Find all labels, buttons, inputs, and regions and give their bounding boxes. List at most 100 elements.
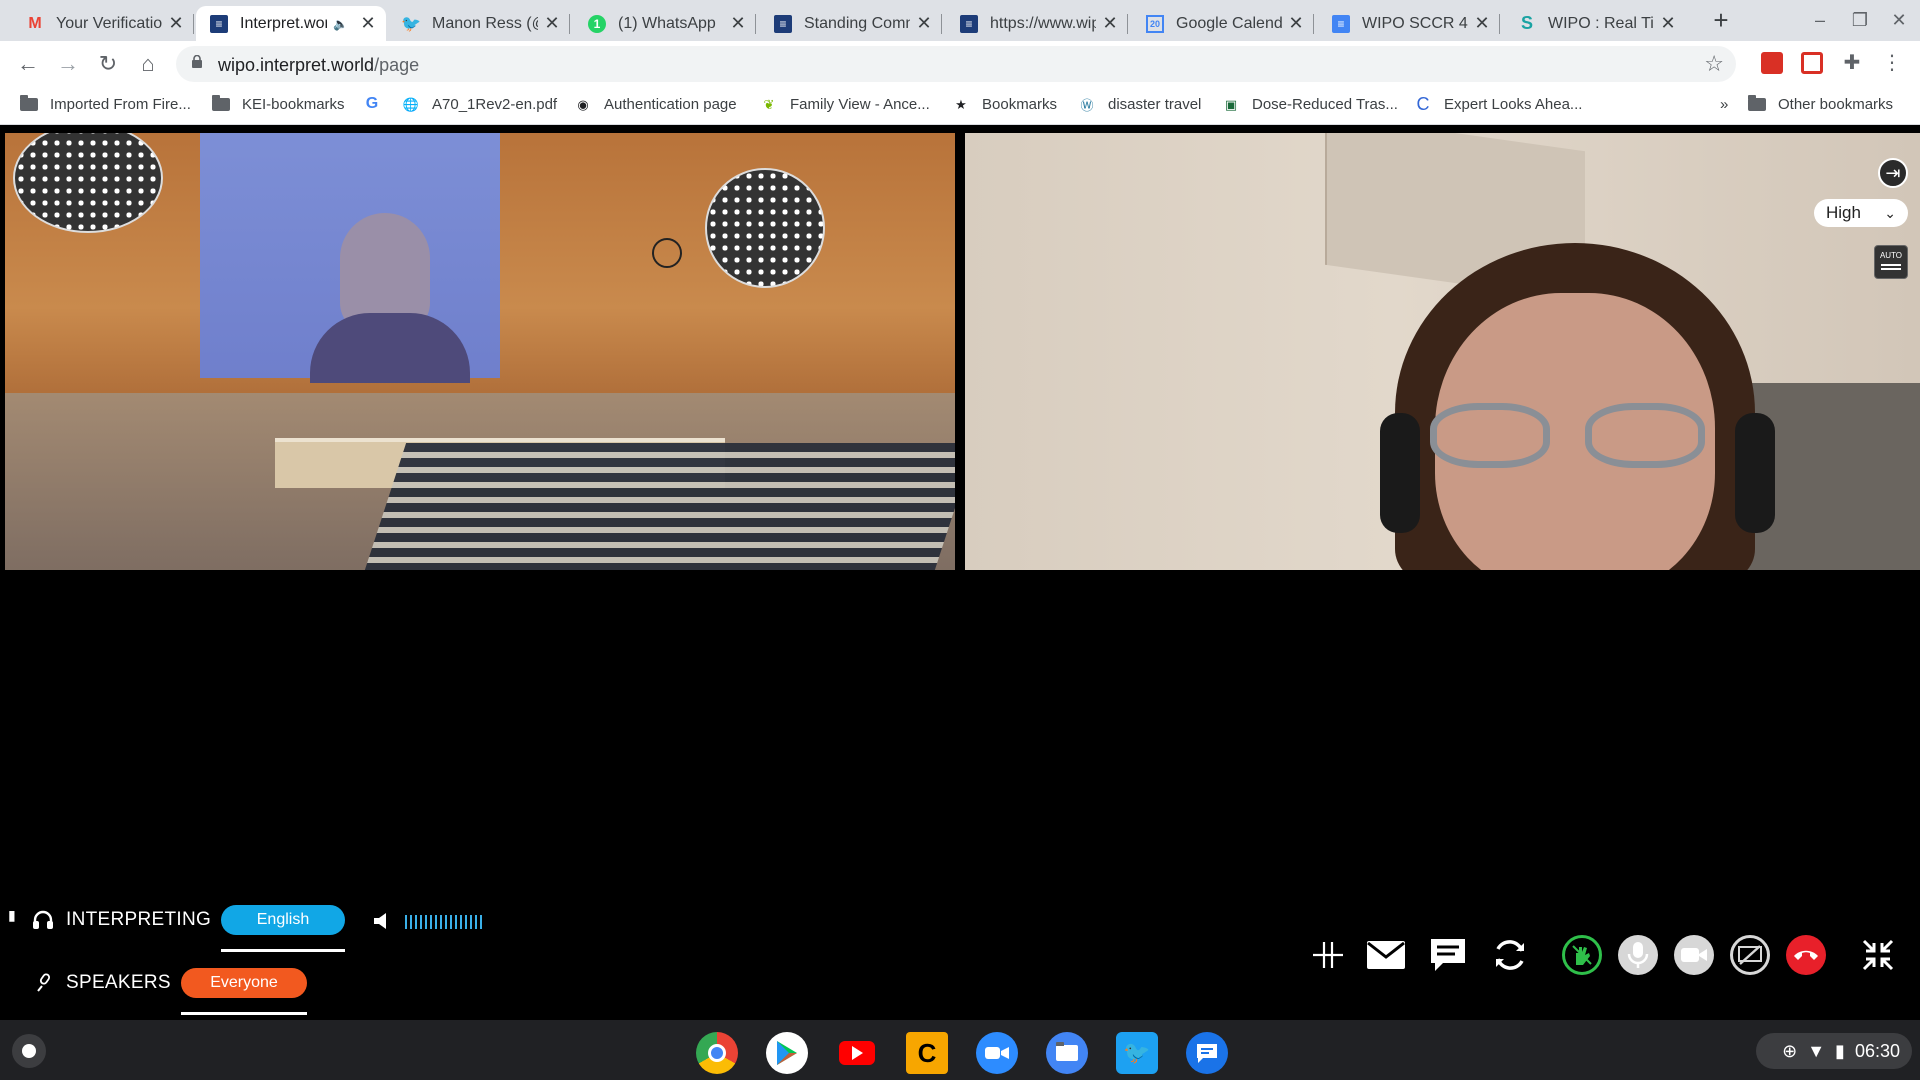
interpret-icon: ≡ bbox=[210, 14, 228, 33]
clock-time: 06:30 bbox=[1854, 1040, 1900, 1061]
volume-level-bar[interactable] bbox=[405, 915, 485, 929]
folder-icon bbox=[20, 95, 38, 113]
microphone-toggle-icon[interactable] bbox=[1618, 935, 1658, 975]
article-icon: ▣ bbox=[1224, 96, 1238, 112]
chat-icon[interactable] bbox=[1428, 935, 1468, 975]
chrome-app-icon[interactable] bbox=[696, 1032, 738, 1074]
close-tab-icon[interactable]: ✕ bbox=[916, 13, 932, 34]
extension-gmail-icon[interactable] bbox=[1801, 52, 1823, 74]
twitter-app-icon[interactable]: 🐦 bbox=[1116, 1032, 1158, 1074]
close-tab-icon[interactable]: ✕ bbox=[168, 13, 184, 34]
extension-lastpass-icon[interactable] bbox=[1761, 52, 1783, 74]
wipo-icon: ≡ bbox=[960, 14, 978, 33]
bookmark-google[interactable]: G bbox=[363, 95, 393, 112]
new-tab-button[interactable]: + bbox=[1706, 6, 1736, 36]
audio-playing-icon[interactable]: 🔈 bbox=[333, 17, 348, 31]
language-select[interactable]: English bbox=[221, 905, 345, 935]
star-icon: ★ bbox=[955, 96, 967, 112]
bookmark-star-icon[interactable]: ☆ bbox=[1704, 51, 1724, 77]
home-icon[interactable]: ⌂ bbox=[134, 50, 162, 78]
bookmark-other-bookmarks[interactable]: Other bookmarks bbox=[1748, 95, 1893, 113]
close-tab-icon[interactable]: ✕ bbox=[1660, 13, 1676, 34]
tab-manon-ress[interactable]: 🐦 Manon Ress (@ ✕ bbox=[388, 6, 570, 41]
gmail-icon: M bbox=[28, 14, 42, 32]
tab-wipo-real-time[interactable]: S WIPO : Real Tim ✕ bbox=[1504, 6, 1686, 41]
message-icon[interactable] bbox=[1366, 935, 1406, 975]
projection-screen bbox=[200, 133, 500, 383]
google-icon: G bbox=[365, 95, 379, 112]
launcher-icon[interactable] bbox=[12, 1034, 46, 1068]
bookmark-authentication-page[interactable]: ◉ Authentication page bbox=[574, 96, 736, 113]
camera-toggle-icon[interactable] bbox=[1674, 935, 1714, 975]
tab-wipo-url[interactable]: ≡ https://www.wip ✕ bbox=[946, 6, 1128, 41]
exit-fullscreen-icon[interactable] bbox=[1858, 935, 1898, 975]
c-app-icon[interactable]: C bbox=[906, 1032, 948, 1074]
bookmark-family-view[interactable]: ❦ Family View - Ance... bbox=[760, 96, 930, 113]
bookmark-kei-bookmarks[interactable]: KEI-bookmarks bbox=[212, 95, 345, 113]
tab-wipo-sccr[interactable]: ≡ WIPO SCCR 40 ✕ bbox=[1318, 6, 1500, 41]
hang-up-icon[interactable] bbox=[1786, 935, 1826, 975]
browser-menu-icon[interactable]: ⋮ bbox=[1881, 52, 1903, 74]
back-icon[interactable]: ← bbox=[14, 50, 42, 78]
family-icon: ❦ bbox=[763, 96, 775, 112]
reload-icon[interactable]: ↻ bbox=[94, 50, 122, 78]
bookmark-expert-looks-ahead[interactable]: C Expert Looks Ahea... bbox=[1414, 94, 1583, 114]
bookmark-a70-pdf[interactable]: 🌐 A70_1Rev2-en.pdf bbox=[402, 96, 557, 113]
bookmark-dose-reduced[interactable]: ▣ Dose-Reduced Tras... bbox=[1222, 96, 1398, 113]
auto-subtitles-button[interactable]: AUTO bbox=[1874, 245, 1908, 279]
streamtext-icon: S bbox=[1520, 13, 1533, 33]
split-view-icon[interactable] bbox=[1308, 935, 1348, 975]
forward-icon[interactable]: → bbox=[54, 50, 82, 78]
status-tray[interactable]: ⊕ ▼ ▮ 06:30 bbox=[1756, 1033, 1912, 1069]
files-app-icon[interactable] bbox=[1046, 1032, 1088, 1074]
folder-icon bbox=[212, 95, 230, 113]
bookmark-disaster-travel[interactable]: Ⓦ disaster travel bbox=[1078, 96, 1201, 113]
refresh-icon[interactable] bbox=[1490, 935, 1530, 975]
raise-hand-icon[interactable] bbox=[1562, 935, 1602, 975]
wall-clock bbox=[652, 238, 682, 268]
close-tab-icon[interactable]: ✕ bbox=[1288, 13, 1304, 34]
close-tab-icon[interactable]: ✕ bbox=[1102, 13, 1118, 34]
play-store-app-icon[interactable] bbox=[766, 1032, 808, 1074]
meeting-stage: ⇥ High ⌄ AUTO ▮ INTERPRETING English SPE… bbox=[0, 125, 1920, 1020]
lock-icon bbox=[192, 55, 202, 68]
calendar-icon: 20 bbox=[1146, 14, 1164, 33]
twitter-icon: 🐦 bbox=[401, 15, 421, 33]
close-tab-icon[interactable]: ✕ bbox=[360, 13, 376, 34]
close-tab-icon[interactable]: ✕ bbox=[1474, 13, 1490, 34]
bookmark-imported-from-firefox[interactable]: Imported From Fire... bbox=[20, 95, 191, 113]
bookmark-bookmarks[interactable]: ★ Bookmarks bbox=[952, 96, 1057, 113]
address-url: wipo.interpret.world/page bbox=[218, 55, 420, 75]
exit-stream-icon[interactable]: ⇥ bbox=[1878, 158, 1908, 188]
address-bar[interactable]: wipo.interpret.world/page ☆ bbox=[176, 46, 1736, 82]
messages-app-icon[interactable] bbox=[1186, 1032, 1228, 1074]
extensions-puzzle-icon[interactable]: ✚ bbox=[1841, 52, 1863, 74]
bookmarks-bar: Imported From Fire... KEI-bookmarks G 🌐 … bbox=[0, 87, 1920, 125]
speakers-label: SPEAKERS bbox=[66, 972, 171, 993]
tab-standing-committee[interactable]: ≡ Standing Comm ✕ bbox=[760, 6, 942, 41]
speaker-video[interactable]: ⇥ High ⌄ AUTO bbox=[965, 133, 1920, 570]
screen-share-icon[interactable] bbox=[1730, 935, 1770, 975]
os-shelf: C 🐦 ⊕ ▼ ▮ 06:30 bbox=[0, 1020, 1920, 1080]
tab-your-verification[interactable]: M Your Verification ✕ bbox=[12, 6, 194, 41]
conference-room-video[interactable] bbox=[5, 133, 955, 570]
youtube-app-icon[interactable] bbox=[836, 1032, 878, 1074]
volume-icon[interactable] bbox=[372, 911, 392, 931]
zoom-app-icon[interactable] bbox=[976, 1032, 1018, 1074]
tab-google-calendar[interactable]: 20 Google Calenda ✕ bbox=[1132, 6, 1314, 41]
un-icon: 🌐 bbox=[402, 96, 420, 112]
restore-icon[interactable]: ❐ bbox=[1845, 10, 1875, 32]
ceiling-light bbox=[13, 133, 163, 233]
bookmarks-overflow-button[interactable]: » bbox=[1720, 96, 1728, 113]
tab-whatsapp[interactable]: 1 (1) WhatsApp ✕ bbox=[574, 6, 756, 41]
tab-interpret-world[interactable]: ≡ Interpret.world 🔈 ✕ bbox=[196, 6, 386, 41]
pin-icon[interactable]: ▮ bbox=[8, 907, 16, 924]
add-icon: ⊕ bbox=[1782, 1040, 1798, 1061]
minimize-icon[interactable]: – bbox=[1805, 10, 1835, 32]
close-tab-icon[interactable]: ✕ bbox=[544, 13, 560, 34]
folder-icon bbox=[1748, 95, 1766, 113]
speakers-select[interactable]: Everyone bbox=[181, 968, 307, 998]
quality-select[interactable]: High ⌄ bbox=[1814, 199, 1908, 227]
close-tab-icon[interactable]: ✕ bbox=[730, 13, 746, 34]
close-window-icon[interactable]: ✕ bbox=[1884, 10, 1914, 32]
